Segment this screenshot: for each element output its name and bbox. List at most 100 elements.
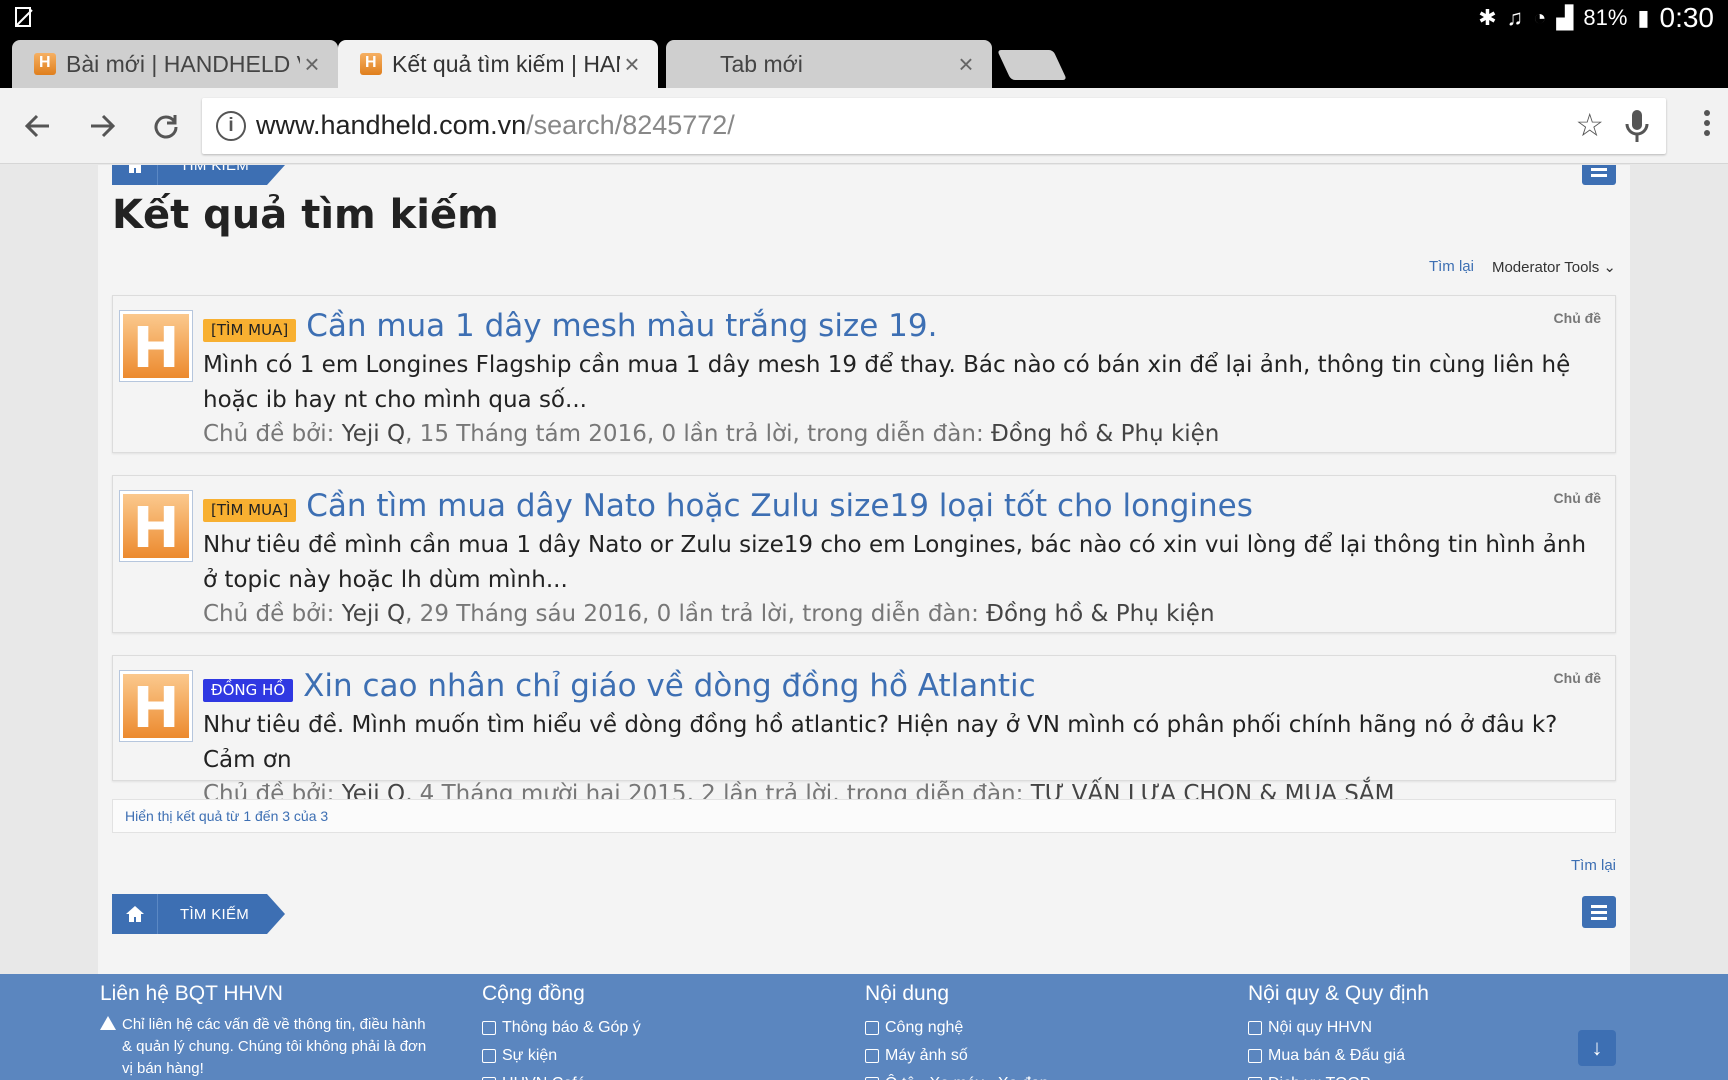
page-menu-button[interactable] bbox=[1582, 165, 1616, 185]
microphone-icon[interactable] bbox=[1622, 106, 1652, 146]
footer-link[interactable]: Máy ảnh số bbox=[865, 1042, 1049, 1070]
battery-icon: ▮ bbox=[1637, 5, 1650, 30]
search-again-link[interactable]: Tìm lại bbox=[1429, 258, 1474, 276]
prefix-tag[interactable]: ĐỒNG HỒ bbox=[203, 678, 294, 702]
no-sim-icon bbox=[15, 7, 33, 27]
moderator-tools-menu[interactable]: Moderator Tools ⌄ bbox=[1492, 258, 1616, 276]
reload-icon bbox=[154, 115, 178, 139]
footer-link[interactable]: Nội quy HHVN bbox=[1248, 1014, 1429, 1042]
tab-label: Tab mới bbox=[720, 50, 803, 77]
result-title-link[interactable]: Cần mua 1 dây mesh màu trắng size 19. bbox=[306, 308, 937, 344]
result-meta: Chủ đề bởi: Yeji Q, 29 Tháng sáu 2016, 0… bbox=[203, 601, 1215, 627]
breadcrumb-search[interactable]: TÌM KIẾM bbox=[158, 906, 267, 923]
mute-icon: ♫ bbox=[1506, 5, 1524, 30]
search-again-link[interactable]: Tìm lại bbox=[1571, 857, 1616, 874]
signal-icon: ▟ bbox=[1556, 5, 1574, 30]
web-page: TÌM KIẾM Kết quả tìm kiếm Tìm lại Modera… bbox=[0, 165, 1728, 1080]
avatar[interactable] bbox=[119, 490, 193, 562]
url-text[interactable]: www.handheld.com.vn/search/8245772/ bbox=[256, 110, 735, 141]
forward-button[interactable] bbox=[80, 104, 124, 148]
footer-link[interactable]: Sự kiện bbox=[482, 1042, 641, 1070]
overflow-menu-icon[interactable] bbox=[1704, 110, 1712, 140]
search-result: [TÌM MUA] Cần mua 1 dây mesh màu trắng si… bbox=[112, 295, 1616, 453]
forum-link[interactable]: Đồng hồ & Phụ kiện bbox=[991, 421, 1219, 447]
author-link[interactable]: Yeji Q bbox=[342, 421, 405, 447]
footer-heading: Nội quy & Quy định bbox=[1248, 982, 1429, 1005]
tab-strip: Bài mới | HANDHELD Vi × Kết quả tìm kiếm… bbox=[0, 36, 1728, 88]
camera-icon bbox=[865, 1049, 879, 1063]
footer-rules: Nội quy & Quy định Nội quy HHVN Mua bán … bbox=[1248, 982, 1429, 1080]
back-button[interactable] bbox=[16, 104, 60, 148]
bluetooth-icon: ✱ bbox=[1478, 5, 1497, 30]
result-title-link[interactable]: Cần tìm mua dây Nato hoặc Zulu size19 lo… bbox=[306, 488, 1253, 524]
result-snippet: Như tiêu đề. Mình muốn tìm hiểu về dòng … bbox=[203, 712, 1558, 773]
result-meta: Chủ đề bởi: Yeji Q, 15 Tháng tám 2016, 0… bbox=[203, 421, 1220, 447]
page-title: Kết quả tìm kiếm bbox=[112, 192, 499, 238]
footer-community: Cộng đồng Thông báo & Góp ý Sự kiện HHVN… bbox=[482, 982, 641, 1080]
calendar-icon bbox=[482, 1049, 496, 1063]
search-result: [TÌM MUA] Cần tìm mua dây Nato hoặc Zulu … bbox=[112, 475, 1616, 633]
battery-level: 81% bbox=[1583, 5, 1628, 30]
footer-contact-desc: Chỉ liên hệ các vấn đề về thông tin, điề… bbox=[100, 1014, 436, 1080]
footer-link[interactable]: Thông báo & Góp ý bbox=[482, 1014, 641, 1042]
footer-heading[interactable]: Liên hệ BQT HHVN bbox=[100, 982, 436, 1006]
content-type-label: Chủ đề bbox=[1553, 310, 1601, 326]
result-title-link[interactable]: Xin cao nhân chỉ giáo về dòng đồng hồ At… bbox=[303, 668, 1036, 704]
browser-toolbar: i www.handheld.com.vn/search/8245772/ ☆ bbox=[0, 88, 1728, 164]
result-snippet: Như tiêu đề mình cần mua 1 dây Nato or Z… bbox=[203, 532, 1587, 593]
footer-content: Nội dung Công nghệ Máy ảnh số Ô tô - Xe … bbox=[865, 982, 1049, 1080]
forum-link[interactable]: Đồng hồ & Phụ kiện bbox=[986, 601, 1214, 627]
search-result: ĐỒNG HỒ Xin cao nhân chỉ giáo về dòng đồn… bbox=[112, 655, 1616, 807]
avatar[interactable] bbox=[119, 670, 193, 742]
reload-button[interactable] bbox=[144, 104, 188, 148]
scroll-down-button[interactable]: ↓ bbox=[1578, 1030, 1616, 1066]
home-icon bbox=[125, 906, 144, 922]
technology-icon bbox=[865, 1021, 879, 1035]
breadcrumb-search[interactable]: TÌM KIẾM bbox=[158, 165, 267, 174]
gavel-icon bbox=[1248, 1049, 1262, 1063]
close-icon[interactable]: × bbox=[620, 49, 644, 80]
tab-label: Kết quả tìm kiếm | HANI bbox=[392, 50, 620, 77]
home-button[interactable] bbox=[112, 894, 158, 934]
tab-new-tab[interactable]: Tab mới × bbox=[666, 40, 992, 88]
page-menu-button[interactable] bbox=[1582, 896, 1616, 928]
breadcrumb: TÌM KIẾM bbox=[112, 165, 286, 185]
footer-contact: Liên hệ BQT HHVN Chỉ liên hệ các vấn đề … bbox=[100, 982, 436, 1080]
footer-link[interactable]: Công nghệ bbox=[865, 1014, 1049, 1042]
address-bar[interactable]: i www.handheld.com.vn/search/8245772/ ☆ bbox=[202, 98, 1666, 154]
status-bar: ✱ ♫ ◔ ▟ 81% ▮ 0:30 bbox=[0, 0, 1728, 36]
result-snippet: Mình có 1 em Longines Flagship cần mua 1… bbox=[203, 352, 1571, 413]
results-count-bar: Hiển thị kết quả từ 1 đến 3 của 3 bbox=[112, 799, 1616, 833]
arrow-left-icon bbox=[25, 114, 49, 138]
close-icon[interactable]: × bbox=[300, 49, 324, 80]
result-actions: Tìm lại Moderator Tools ⌄ bbox=[1429, 258, 1616, 276]
breadcrumb-bottom: TÌM KIẾM bbox=[112, 894, 286, 934]
clock: 0:30 bbox=[1659, 2, 1715, 33]
footer-link[interactable]: Mua bán & Đấu giá bbox=[1248, 1042, 1429, 1070]
close-icon[interactable]: × bbox=[954, 49, 978, 80]
content-type-label: Chủ đề bbox=[1553, 490, 1601, 506]
bookmark-star-icon[interactable]: ☆ bbox=[1575, 106, 1604, 144]
footer-heading: Nội dung bbox=[865, 982, 950, 1005]
handheld-favicon-icon bbox=[360, 53, 382, 75]
tab-search-results[interactable]: Kết quả tìm kiếm | HANI × bbox=[338, 40, 658, 88]
footer-link[interactable]: HHVN Café bbox=[482, 1070, 641, 1080]
tab-new-posts[interactable]: Bài mới | HANDHELD Vi × bbox=[12, 40, 338, 88]
avatar[interactable] bbox=[119, 310, 193, 382]
footer-link[interactable]: Dịch vụ TOOP bbox=[1248, 1070, 1429, 1080]
handheld-favicon-icon bbox=[34, 53, 56, 75]
info-icon[interactable]: i bbox=[216, 111, 246, 141]
footer-link[interactable]: Ô tô - Xe máy - Xe đạp bbox=[865, 1070, 1049, 1080]
results-count-text: Hiển thị kết quả từ 1 đến 3 của 3 bbox=[125, 808, 329, 824]
content-type-label: Chủ đề bbox=[1553, 670, 1601, 686]
home-button[interactable] bbox=[112, 165, 158, 185]
announcement-icon bbox=[482, 1021, 496, 1035]
home-icon bbox=[125, 165, 144, 173]
prefix-tag[interactable]: [TÌM MUA] bbox=[203, 318, 297, 342]
footer: Liên hệ BQT HHVN Chỉ liên hệ các vấn đề … bbox=[0, 974, 1728, 1080]
tab-label: Bài mới | HANDHELD Vi bbox=[66, 50, 300, 77]
author-link[interactable]: Yeji Q bbox=[342, 601, 405, 627]
footer-heading: Cộng đồng bbox=[482, 982, 585, 1005]
new-tab-button[interactable] bbox=[997, 50, 1067, 80]
prefix-tag[interactable]: [TÌM MUA] bbox=[203, 498, 297, 522]
